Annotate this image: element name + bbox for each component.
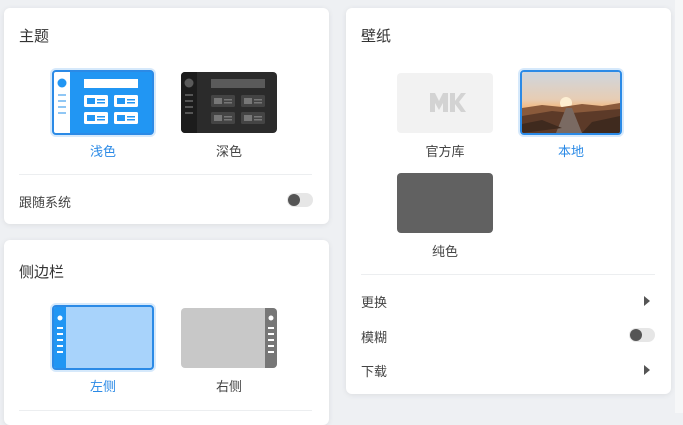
blur-label: 模糊 xyxy=(361,330,388,345)
sidebar-right-label[interactable]: 右侧 xyxy=(179,376,279,395)
wallpaper-title: 壁纸 xyxy=(361,28,392,45)
change-arrow-icon xyxy=(644,296,650,306)
sidebar-card: 侧边栏 左侧 右侧 xyxy=(4,240,329,425)
theme-dark-label[interactable]: 深色 xyxy=(179,141,279,160)
theme-title: 主题 xyxy=(19,28,50,45)
scrollbar[interactable] xyxy=(675,0,683,413)
sidebar-right-preview-icon xyxy=(265,308,277,368)
dark-theme-preview-icon xyxy=(181,72,265,133)
sidebar-left-label[interactable]: 左侧 xyxy=(53,376,153,395)
wallpaper-local-label[interactable]: 本地 xyxy=(521,141,621,160)
sidebar-title: 侧边栏 xyxy=(19,264,65,281)
theme-card: 主题 浅色 深色 跟随系统 xyxy=(4,8,329,224)
local-wallpaper-photo-icon xyxy=(522,72,620,133)
row-change[interactable]: 更换 xyxy=(346,290,671,312)
theme-dark-thumbnail[interactable] xyxy=(181,72,277,133)
download-label: 下载 xyxy=(361,364,388,379)
wallpaper-official-label[interactable]: 官方库 xyxy=(395,141,495,160)
toggle-knob xyxy=(630,329,642,341)
wallpaper-card: 壁纸 官方库 本地 纯色 更换 模糊 下载 xyxy=(346,8,671,394)
wallpaper-solid-label[interactable]: 纯色 xyxy=(395,241,495,260)
follow-system-label: 跟随系统 xyxy=(19,195,72,210)
download-arrow-icon xyxy=(644,365,650,375)
sidebar-right-thumbnail[interactable] xyxy=(181,308,277,368)
blur-toggle[interactable] xyxy=(629,328,655,342)
row-download[interactable]: 下载 xyxy=(346,359,671,381)
sidebar-left-thumbnail[interactable] xyxy=(52,305,154,370)
theme-divider xyxy=(19,174,312,175)
sidebar-divider xyxy=(19,410,312,411)
theme-light-thumbnail[interactable] xyxy=(52,70,154,135)
change-label: 更换 xyxy=(361,295,388,310)
toggle-knob xyxy=(288,194,300,206)
official-library-logo-icon xyxy=(430,93,466,112)
sidebar-left-preview-icon xyxy=(54,307,66,368)
wallpaper-solid-thumbnail[interactable] xyxy=(397,173,493,233)
theme-light-label[interactable]: 浅色 xyxy=(53,141,153,160)
wallpaper-divider xyxy=(361,274,655,275)
light-theme-preview-icon xyxy=(54,72,138,133)
wallpaper-official-thumbnail[interactable] xyxy=(397,73,493,133)
wallpaper-local-thumbnail[interactable] xyxy=(520,70,622,135)
row-blur: 模糊 xyxy=(346,325,671,347)
follow-system-toggle[interactable] xyxy=(287,193,313,207)
